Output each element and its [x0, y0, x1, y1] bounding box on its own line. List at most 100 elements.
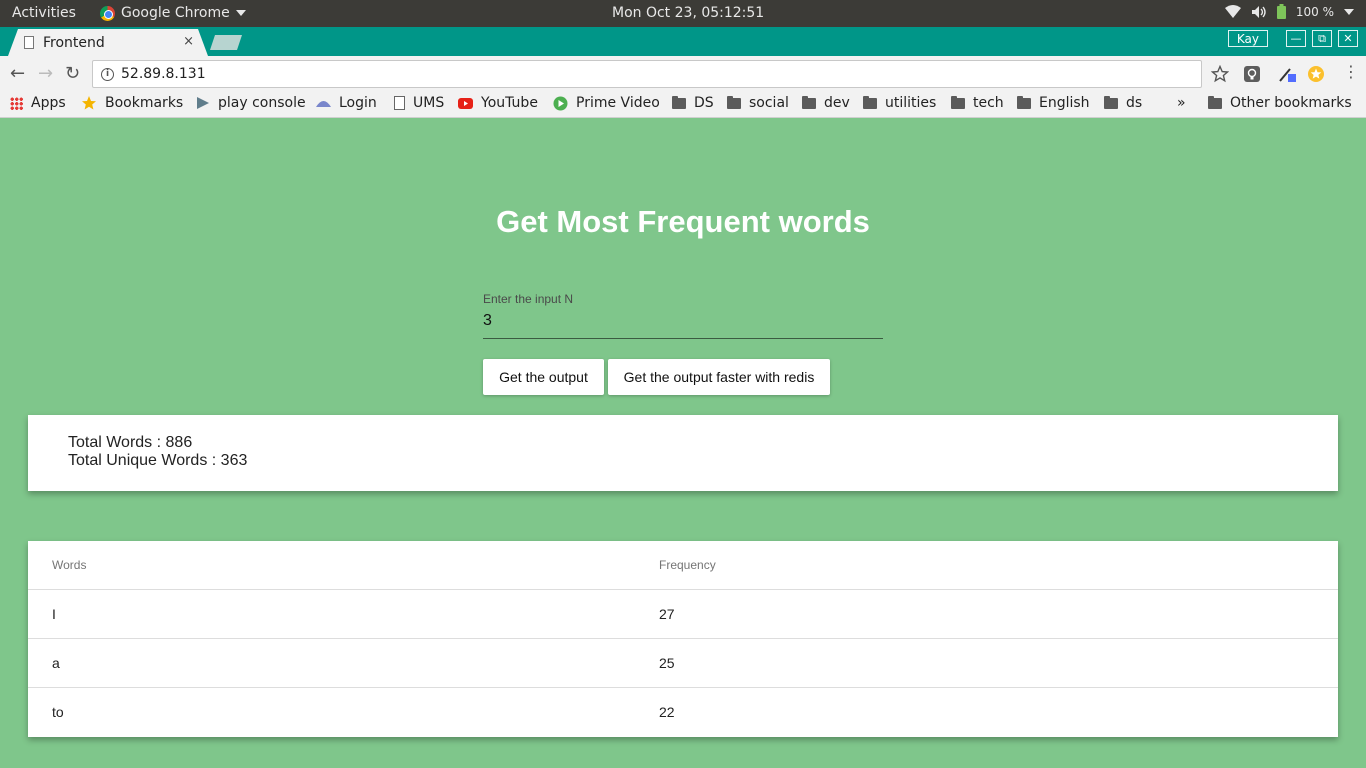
profile-button[interactable]: Kay [1227, 30, 1268, 47]
bookmark-label: utilities [885, 95, 937, 111]
page-icon [394, 96, 405, 110]
get-output-button[interactable]: Get the output [483, 359, 604, 395]
folder-icon [1208, 95, 1222, 109]
folder-icon [951, 95, 965, 109]
bookmark-folder-dev[interactable]: dev [802, 95, 850, 111]
folder-icon [1017, 95, 1031, 109]
table-header-row: Words Frequency [28, 541, 1338, 590]
table-row: I 27 [28, 589, 1338, 639]
total-words: Total Words : 886 [68, 434, 193, 451]
bookmarks-overflow-button[interactable]: » [1177, 95, 1186, 111]
reload-icon[interactable]: ↻ [65, 63, 80, 84]
address-bar[interactable]: i 52.89.8.131 [92, 60, 1202, 88]
get-output-redis-button[interactable]: Get the output faster with redis [608, 359, 830, 395]
login-icon [316, 101, 331, 107]
tab-title: Frontend [43, 34, 105, 51]
bookmark-label: dev [824, 95, 850, 111]
apps-grid-icon [10, 96, 23, 110]
column-header-words: Words [28, 541, 659, 590]
bookmark-label: social [749, 95, 789, 111]
star-icon [82, 96, 96, 110]
input-n-field[interactable]: Enter the input N [483, 292, 883, 339]
url-text: 52.89.8.131 [121, 66, 206, 82]
page-icon [24, 36, 34, 49]
word-cell: I [28, 589, 659, 639]
bookmark-label: English [1039, 95, 1090, 111]
activities-button[interactable]: Activities [12, 5, 76, 21]
other-bookmarks[interactable]: Other bookmarks [1208, 95, 1352, 111]
close-tab-icon[interactable]: × [183, 34, 194, 49]
bookmark-label: Apps [31, 95, 66, 111]
forward-icon[interactable]: → [38, 63, 53, 84]
chevron-down-icon [1344, 8, 1354, 15]
extension-eyedropper-icon[interactable] [1278, 65, 1296, 83]
youtube-icon [458, 97, 473, 109]
battery-percent: 100 % [1295, 4, 1334, 19]
volume-icon [1251, 5, 1266, 18]
menu-kebab-icon[interactable]: ⋮ [1343, 62, 1359, 81]
results-table: Words Frequency I 27 a 25 to 22 [28, 541, 1338, 736]
folder-icon [672, 95, 686, 109]
word-cell: a [28, 638, 659, 688]
input-n-label: Enter the input N [483, 292, 574, 306]
bookmark-ums[interactable]: UMS [394, 95, 444, 111]
new-tab-button[interactable] [210, 35, 242, 50]
folder-icon [727, 95, 741, 109]
play-console-icon [197, 97, 209, 109]
bookmark-folder-social[interactable]: social [727, 95, 789, 111]
chevron-double-right-icon: » [1177, 95, 1186, 111]
table-row: to 22 [28, 687, 1338, 736]
word-cell: to [52, 703, 64, 720]
bookmark-folder-ds-lower[interactable]: ds [1104, 95, 1142, 111]
bookmark-label: YouTube [481, 95, 538, 111]
prime-video-icon [553, 96, 568, 110]
bookmark-folder-tech[interactable]: tech [951, 95, 1004, 111]
bookmarks-bar: Apps Bookmarks play console Login UMS Yo… [0, 92, 1366, 118]
bookmark-label: DS [694, 95, 714, 111]
app-menu-label: Google Chrome [121, 5, 230, 21]
app-menu[interactable]: Google Chrome [100, 5, 246, 21]
system-top-bar: Activities Google Chrome Mon Oct 23, 05:… [0, 0, 1366, 27]
system-tray[interactable]: 100 % [1224, 4, 1354, 19]
close-window-icon[interactable]: ✕ [1338, 30, 1358, 47]
restore-icon[interactable]: ⧉ [1312, 30, 1332, 47]
table-row: a 25 [28, 638, 1338, 688]
results-table-card: Words Frequency I 27 a 25 to 22 [28, 541, 1338, 737]
bookmark-folder-utilities[interactable]: utilities [863, 95, 936, 111]
input-n[interactable] [483, 312, 883, 330]
bookmark-label: Prime Video [576, 95, 660, 111]
bookmark-label: ds [1126, 95, 1143, 111]
bookmark-apps[interactable]: Apps [10, 95, 66, 111]
frequency-cell: 22 [659, 703, 675, 720]
window-controls: Kay — ⧉ ✕ [1227, 30, 1358, 47]
bookmark-play-console[interactable]: play console [196, 95, 306, 111]
minimize-icon[interactable]: — [1286, 30, 1306, 47]
bookmark-label: Bookmarks [105, 95, 184, 111]
info-icon[interactable]: i [101, 67, 114, 81]
bookmark-youtube[interactable]: YouTube [458, 95, 538, 111]
browser-toolbar: ← → ↻ i 52.89.8.131 ⋮ [0, 56, 1366, 92]
tab-frontend[interactable]: Frontend × [8, 29, 208, 56]
bookmark-label: Login [339, 95, 377, 111]
bookmark-bookmarks[interactable]: Bookmarks [81, 95, 183, 111]
extension-lightbulb-icon[interactable] [1243, 65, 1261, 83]
extension-star-badge-icon[interactable] [1307, 65, 1325, 83]
bookmark-star-icon[interactable] [1211, 65, 1229, 83]
frequency-cell: 27 [659, 589, 1338, 639]
bookmark-label: Other bookmarks [1230, 95, 1352, 111]
folder-icon [802, 95, 816, 109]
column-header-frequency: Frequency [659, 541, 1338, 590]
clock[interactable]: Mon Oct 23, 05:12:51 [612, 5, 764, 21]
bookmark-folder-english[interactable]: English [1017, 95, 1090, 111]
bookmark-label: tech [973, 95, 1004, 111]
bookmark-login[interactable]: Login [316, 95, 377, 111]
bookmark-folder-ds-upper[interactable]: DS [672, 95, 714, 111]
bookmark-prime-video[interactable]: Prime Video [553, 95, 660, 111]
battery-icon [1276, 4, 1286, 19]
frequency-cell: 25 [659, 638, 1338, 688]
bookmark-label: play console [218, 95, 306, 111]
total-unique-words: Total Unique Words : 363 [68, 452, 248, 469]
chrome-icon [100, 5, 115, 21]
back-icon[interactable]: ← [10, 63, 25, 84]
page-title: Get Most Frequent words [496, 204, 870, 239]
